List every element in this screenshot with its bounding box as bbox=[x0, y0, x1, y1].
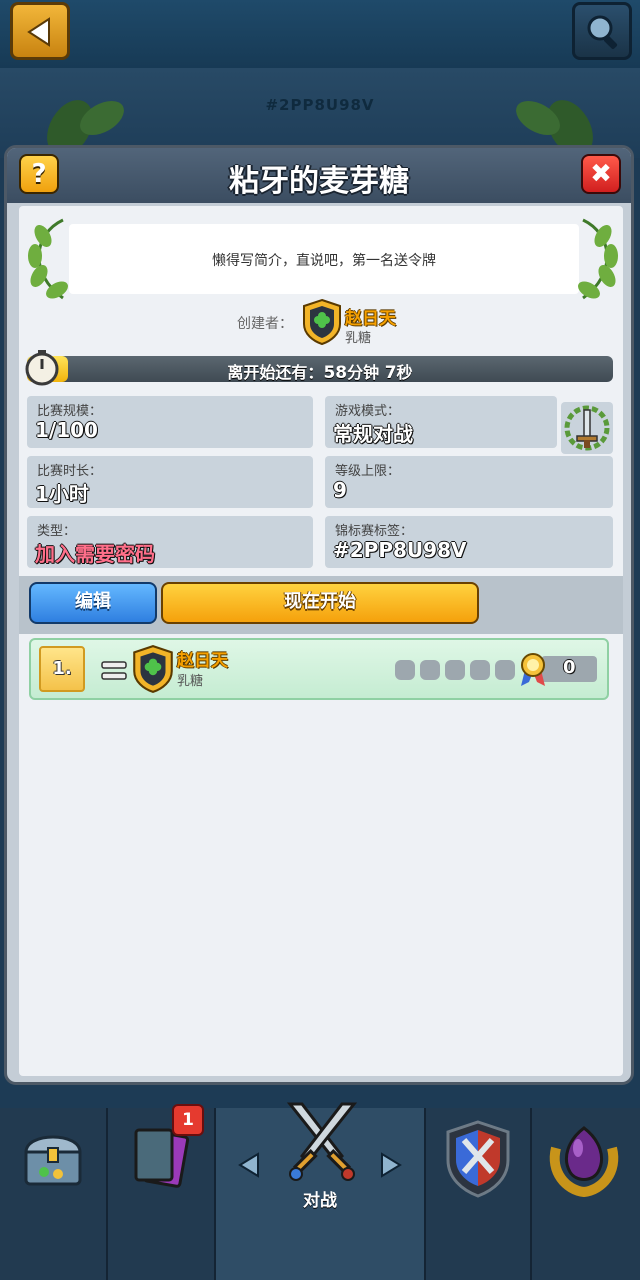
nav-events[interactable] bbox=[532, 1108, 640, 1280]
stat-tag-value: #2PP8U98V bbox=[333, 538, 467, 562]
rank-badge: 1. bbox=[39, 646, 85, 692]
score-box: 0 bbox=[541, 656, 597, 682]
stopwatch-icon bbox=[25, 350, 59, 386]
score-value: 0 bbox=[563, 657, 576, 678]
countdown-text: 离开始还有：58分钟 7秒 bbox=[27, 359, 613, 383]
stat-size-value: 1/100 bbox=[35, 418, 98, 442]
stat-duration-value: 1小时 bbox=[35, 482, 89, 506]
match-slot bbox=[420, 660, 440, 680]
start-now-button[interactable]: 现在开始 bbox=[161, 582, 479, 624]
background-tournament-tag: #2PP8U98V bbox=[265, 96, 375, 114]
edit-button[interactable]: 编辑 bbox=[29, 582, 157, 624]
stat-mode-label: 游戏模式： bbox=[335, 404, 401, 419]
stat-level-label: 等级上限： bbox=[335, 464, 401, 479]
countdown-prefix: 离开始还有： bbox=[227, 363, 324, 382]
stat-mode-value: 常规对战 bbox=[333, 422, 413, 446]
creator-name[interactable]: 赵日天 bbox=[345, 304, 396, 329]
player-clan: 乳糖 bbox=[177, 674, 204, 689]
description-text: 懒得写简介，直说吧，第一名送令牌 bbox=[212, 253, 436, 269]
match-slot bbox=[495, 660, 515, 680]
top-bar bbox=[0, 0, 640, 68]
countdown-seconds: 7 bbox=[384, 363, 397, 383]
countdown-minutes: 58 bbox=[323, 363, 348, 383]
clan-badge-icon[interactable] bbox=[301, 298, 343, 346]
laurel-left-icon bbox=[28, 218, 68, 300]
leaderboard-row[interactable]: 1. 赵日天 乳糖 0 bbox=[29, 638, 609, 700]
stat-tag: 锦标赛标签： #2PP8U98V bbox=[325, 516, 613, 568]
chest-icon bbox=[24, 1135, 82, 1186]
stat-type-label: 类型： bbox=[37, 524, 77, 539]
back-button[interactable] bbox=[10, 2, 70, 60]
match-slot bbox=[445, 660, 465, 680]
countdown-sec-unit: 秒 bbox=[396, 363, 413, 382]
arrow-left-icon bbox=[238, 1152, 259, 1178]
stat-type: 类型： 加入需要密码 bbox=[27, 516, 313, 568]
close-button[interactable]: ✖ bbox=[581, 154, 621, 194]
rank-unchanged-icon bbox=[101, 661, 127, 680]
player-name: 赵日天 bbox=[177, 651, 228, 671]
back-arrow-icon bbox=[27, 17, 50, 47]
game-mode-button[interactable] bbox=[561, 402, 613, 454]
stat-duration: 比赛时长： 1小时 bbox=[27, 456, 313, 508]
tournament-panel: ? 粘牙的麦芽糖 ✖ 懒得写简介，直说吧，第一名送令牌 创建者： 赵日天 乳糖 … bbox=[4, 145, 634, 1085]
countdown-min-unit: 分钟 bbox=[347, 363, 380, 382]
nav-shop[interactable] bbox=[0, 1108, 108, 1280]
stat-level: 等级上限： 9 bbox=[325, 456, 613, 508]
laurel-right-icon bbox=[578, 218, 618, 300]
description-box: 懒得写简介，直说吧，第一名送令牌 bbox=[69, 224, 579, 294]
search-button[interactable] bbox=[572, 2, 632, 60]
sword-laurel-icon bbox=[564, 405, 610, 451]
stat-level-value: 9 bbox=[333, 478, 347, 502]
clan-shield-icon bbox=[446, 1120, 510, 1198]
stat-type-value: 加入需要密码 bbox=[35, 542, 155, 566]
bottom-nav: 1 对战 bbox=[0, 1102, 640, 1280]
match-slot bbox=[395, 660, 415, 680]
nav-cards[interactable]: 1 bbox=[108, 1104, 216, 1280]
medal-icon bbox=[521, 653, 545, 686]
stat-size: 比赛规模： 1/100 bbox=[27, 396, 313, 448]
stat-duration-label: 比赛时长： bbox=[37, 464, 103, 479]
match-slot bbox=[470, 660, 490, 680]
search-icon bbox=[587, 15, 618, 50]
nav-battle-label: 对战 bbox=[303, 1191, 337, 1211]
laurel-gem-icon bbox=[549, 1126, 619, 1198]
player-clan-badge-icon bbox=[133, 644, 173, 694]
nav-battle[interactable]: 对战 bbox=[216, 1102, 426, 1280]
creator-clan: 乳糖 bbox=[345, 331, 372, 346]
stat-mode: 游戏模式： 常规对战 bbox=[325, 396, 557, 448]
stat-tag-label: 锦标赛标签： bbox=[335, 524, 414, 539]
panel-content: 懒得写简介，直说吧，第一名送令牌 创建者： 赵日天 乳糖 离开始还有：58分钟 … bbox=[19, 206, 623, 1076]
crossed-swords-icon bbox=[286, 1102, 358, 1181]
panel-header: ? 粘牙的麦芽糖 ✖ bbox=[7, 148, 631, 203]
stat-size-label: 比赛规模： bbox=[37, 404, 103, 419]
action-strip: 编辑 现在开始 bbox=[19, 576, 623, 634]
creator-label: 创建者： bbox=[237, 316, 293, 332]
cards-notification-badge: 1 bbox=[172, 1104, 204, 1136]
tournament-title: 粘牙的麦芽糖 bbox=[229, 164, 409, 199]
nav-clan[interactable] bbox=[426, 1108, 532, 1280]
arrow-right-icon bbox=[381, 1152, 402, 1178]
countdown-bar: 离开始还有：58分钟 7秒 bbox=[27, 356, 613, 383]
